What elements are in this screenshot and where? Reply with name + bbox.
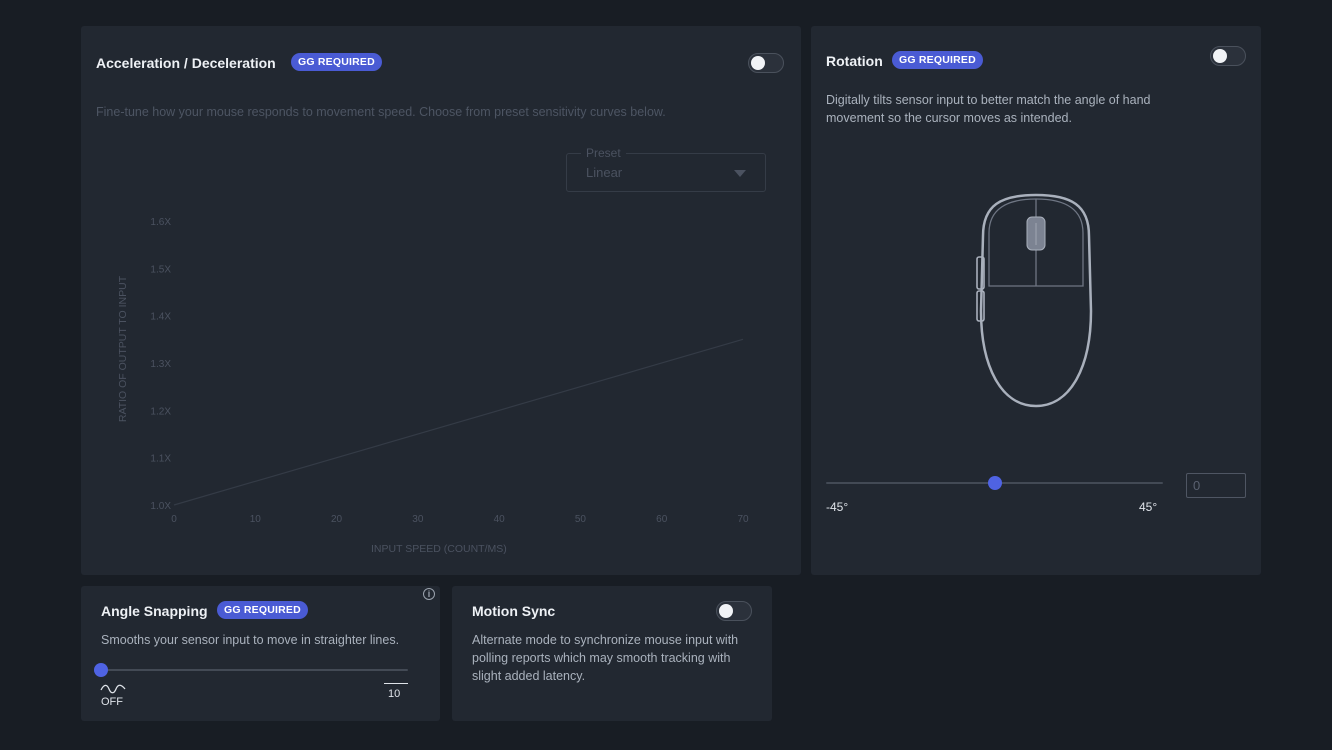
- rotation-value: 0: [1193, 478, 1201, 493]
- y-axis-label: RATIO OF OUTPUT TO INPUT: [117, 275, 129, 423]
- angle-min-label: OFF: [101, 696, 123, 708]
- x-tick-label: 60: [656, 514, 668, 525]
- y-tick-label: 1.3X: [150, 359, 171, 370]
- motion-sync-description: Alternate mode to synchronize mouse inpu…: [472, 633, 739, 683]
- rotation-description: Digitally tilts sensor input to better m…: [826, 93, 1151, 125]
- y-tick-label: 1.1X: [150, 454, 171, 465]
- angle-snapping-card: Angle Snapping GG REQUIRED i Smooths you…: [81, 586, 440, 721]
- x-tick-label: 70: [737, 514, 749, 525]
- angle-slider-thumb[interactable]: [94, 663, 108, 677]
- rotation-card: Rotation GG REQUIRED Digitally tilts sen…: [811, 26, 1261, 575]
- rotation-min-label: -45°: [826, 500, 849, 514]
- toggle-knob: [1213, 49, 1227, 63]
- y-tick-label: 1.5X: [150, 264, 171, 275]
- acceleration-card: Acceleration / Deceleration GG REQUIRED …: [81, 26, 801, 575]
- x-tick-label: 10: [250, 514, 262, 525]
- wave-icon: [100, 684, 126, 694]
- angle-max-label: 10: [388, 688, 401, 700]
- y-tick-label: 1.6X: [150, 217, 171, 228]
- rotation-slider-thumb[interactable]: [987, 476, 1002, 490]
- motion-sync-toggle[interactable]: [716, 601, 752, 621]
- x-tick-label: 40: [494, 514, 506, 525]
- info-icon[interactable]: i: [423, 588, 435, 600]
- straight-line-icon: [384, 683, 408, 684]
- toggle-knob: [719, 604, 733, 618]
- rotation-title: Rotation: [826, 53, 883, 69]
- mouse-icon: [976, 193, 1093, 408]
- angle-snapping-title: Angle Snapping: [101, 603, 208, 619]
- x-tick-label: 0: [171, 514, 177, 525]
- angle-slider-track[interactable]: [101, 669, 408, 671]
- x-tick-label: 20: [331, 514, 343, 525]
- rotation-max-label: 45°: [1139, 500, 1158, 514]
- rotation-toggle[interactable]: [1210, 46, 1246, 66]
- gg-required-badge: GG REQUIRED: [892, 51, 983, 69]
- x-tick-label: 50: [575, 514, 587, 525]
- motion-sync-card: Motion Sync Alternate mode to synchroniz…: [452, 586, 772, 721]
- angle-snapping-description: Smooths your sensor input to move in str…: [101, 633, 400, 647]
- series-line: [173, 338, 744, 506]
- x-axis-label: INPUT SPEED (COUNT/MS): [371, 543, 507, 555]
- y-tick-label: 1.2X: [150, 406, 171, 417]
- y-tick-label: 1.0X: [150, 501, 171, 512]
- gg-required-badge: GG REQUIRED: [217, 601, 308, 619]
- x-tick-label: 30: [412, 514, 424, 525]
- motion-sync-title: Motion Sync: [472, 603, 556, 619]
- acceleration-chart: 1.0X 1.1X 1.2X 1.3X 1.4X 1.5X 1.6X 0 10 20 30 40 50…: [150, 217, 749, 525]
- y-tick-label: 1.4X: [150, 312, 171, 323]
- rotation-value-input[interactable]: 0: [1186, 473, 1246, 498]
